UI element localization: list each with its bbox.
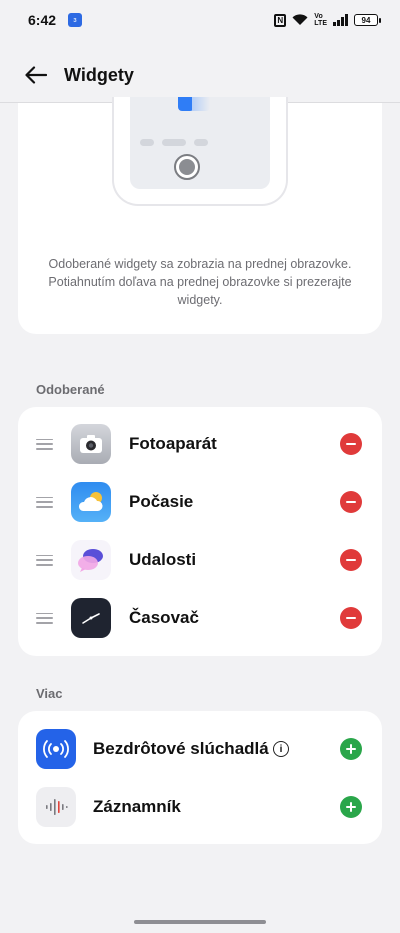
drag-handle-icon[interactable]: [36, 496, 53, 508]
status-icons: N Vo LTE 94: [274, 13, 381, 27]
preview-description: Odoberané widgety sa zobrazia na prednej…: [48, 257, 352, 307]
nfc-icon: N: [274, 13, 287, 27]
more-widgets-list: Bezdrôtové slúchadlá i Záznamník: [18, 711, 382, 844]
drag-handle-icon[interactable]: [36, 438, 53, 450]
weather-icon: [71, 482, 111, 522]
section-label-subscribed: Odoberané: [36, 382, 105, 397]
remove-button[interactable]: [340, 491, 362, 513]
app-bar: Widgety: [0, 48, 400, 102]
preview-dash: [140, 139, 154, 146]
signal-icon: [333, 14, 348, 26]
widget-label: Časovač: [129, 608, 199, 627]
remove-button[interactable]: [340, 607, 362, 629]
preview-dash: [162, 139, 186, 146]
section-label-more: Viac: [36, 686, 63, 701]
clock-icon: [71, 598, 111, 638]
status-time: 6:42: [28, 12, 57, 28]
list-item[interactable]: Bezdrôtové slúchadlá i: [18, 720, 382, 778]
events-icon: [71, 540, 111, 580]
page-title: Widgety: [64, 64, 134, 85]
wifi-icon: [292, 14, 308, 25]
list-item[interactable]: Počasie: [18, 473, 382, 531]
camera-icon: [71, 424, 111, 464]
battery-icon: 94: [354, 14, 381, 26]
preview-dash: [194, 139, 208, 146]
remove-button[interactable]: [340, 549, 362, 571]
arrow-left-icon: [25, 66, 47, 84]
drag-handle-icon[interactable]: [36, 554, 53, 566]
list-item[interactable]: Fotoaparát: [18, 415, 382, 473]
phone-preview-frame: [112, 97, 288, 206]
preview-indicator-fade: [192, 97, 210, 111]
list-item[interactable]: Záznamník: [18, 778, 382, 836]
list-item[interactable]: Udalosti: [18, 531, 382, 589]
wireless-earbuds-icon: [36, 729, 76, 769]
widget-label: Záznamník: [93, 797, 181, 816]
home-indicator[interactable]: [134, 920, 266, 924]
phone-preview-screen: [130, 97, 270, 189]
volte-icon: Vo LTE: [314, 13, 327, 27]
add-button[interactable]: [340, 796, 362, 818]
subscribed-widgets-list: Fotoaparát Počasie Udalosti Časovač: [18, 407, 382, 656]
preview-shutter-icon: [174, 154, 200, 180]
recorder-icon: [36, 787, 76, 827]
info-icon[interactable]: i: [273, 741, 289, 757]
widget-label: Počasie: [129, 492, 194, 511]
widget-label: Udalosti: [129, 550, 197, 569]
list-item[interactable]: Časovač: [18, 589, 382, 647]
widget-label: Bezdrôtové slúchadlá: [93, 739, 269, 758]
remove-button[interactable]: [340, 433, 362, 455]
notification-app-icon: ɜ: [68, 13, 83, 27]
back-button[interactable]: [22, 61, 50, 89]
status-bar: 6:42 ɜ N Vo LTE 94: [0, 0, 400, 40]
add-button[interactable]: [340, 738, 362, 760]
drag-handle-icon[interactable]: [36, 612, 53, 624]
widget-preview-card: Odoberané widgety sa zobrazia na prednej…: [18, 97, 382, 334]
widget-label: Fotoaparát: [129, 434, 217, 453]
